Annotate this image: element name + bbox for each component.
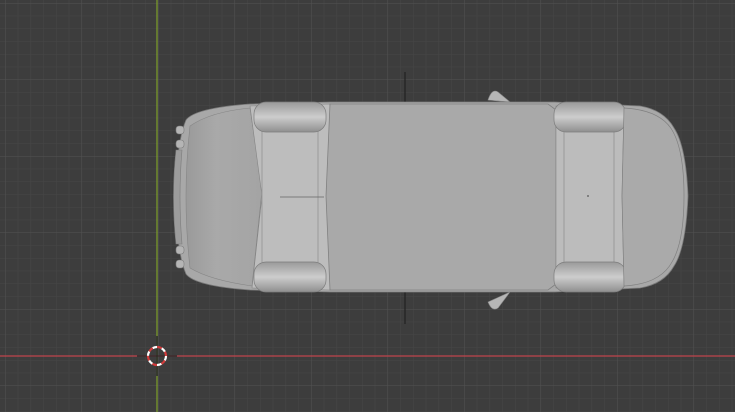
car-model[interactable] xyxy=(173,72,689,324)
tire-front-top xyxy=(253,101,327,133)
viewport-canvas[interactable] xyxy=(0,0,735,412)
tire-rear-top xyxy=(553,101,627,133)
hood xyxy=(185,107,263,287)
roof xyxy=(325,103,557,291)
tire-rear-bottom xyxy=(553,261,627,293)
tire-front-bottom xyxy=(253,261,327,293)
3d-viewport[interactable] xyxy=(0,0,735,412)
